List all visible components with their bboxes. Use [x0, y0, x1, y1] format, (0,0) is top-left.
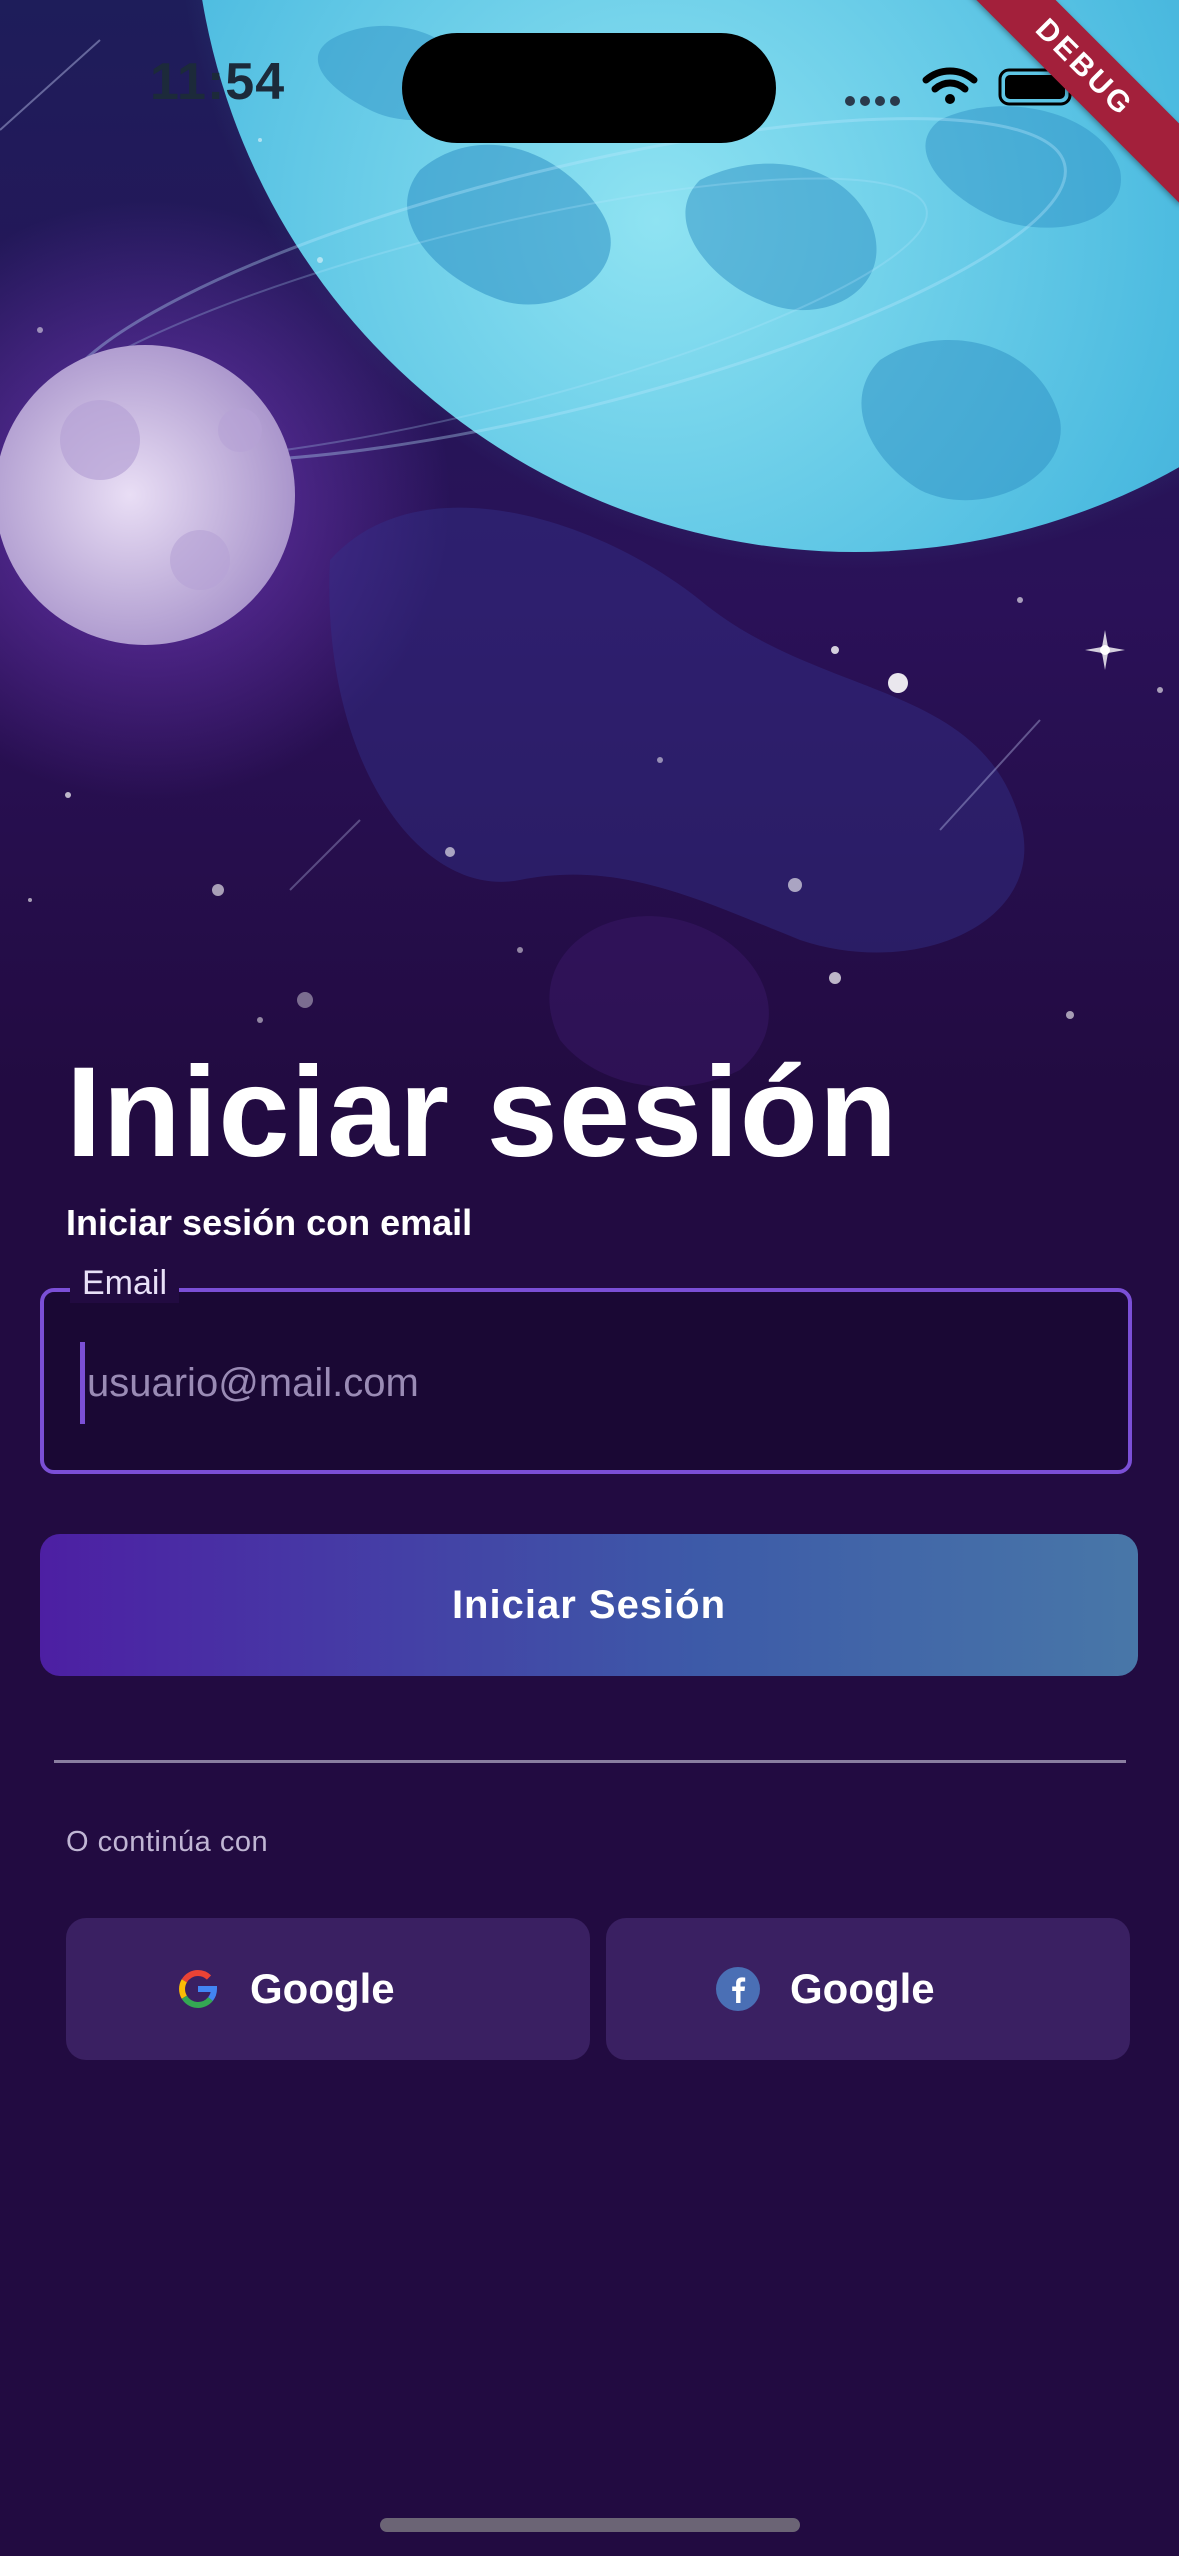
divider — [54, 1760, 1126, 1763]
cellular-signal-icon — [845, 96, 900, 106]
dynamic-island — [402, 33, 776, 143]
google-icon — [179, 1970, 218, 2008]
wifi-icon — [922, 67, 978, 104]
home-indicator[interactable] — [380, 2518, 800, 2532]
facebook-sign-in-button[interactable]: Google — [606, 1918, 1130, 2060]
login-button[interactable]: Iniciar Sesión — [40, 1534, 1138, 1676]
google-sign-in-button[interactable]: Google — [66, 1918, 590, 2060]
google-button-label: Google — [250, 1965, 395, 2012]
space-background-illustration — [0, 0, 1179, 1100]
facebook-icon — [716, 1967, 760, 2011]
email-input[interactable] — [80, 1342, 1089, 1424]
login-subtitle: Iniciar sesión con email — [66, 1202, 473, 1243]
page-title: Iniciar sesión — [66, 1041, 899, 1184]
status-bar-time: 11:54 — [150, 53, 286, 111]
email-field[interactable]: Email — [40, 1264, 1132, 1474]
continue-with-text: O continúa con — [66, 1826, 269, 1858]
email-label: Email — [70, 1264, 180, 1303]
facebook-button-label: Google — [790, 1965, 935, 2012]
